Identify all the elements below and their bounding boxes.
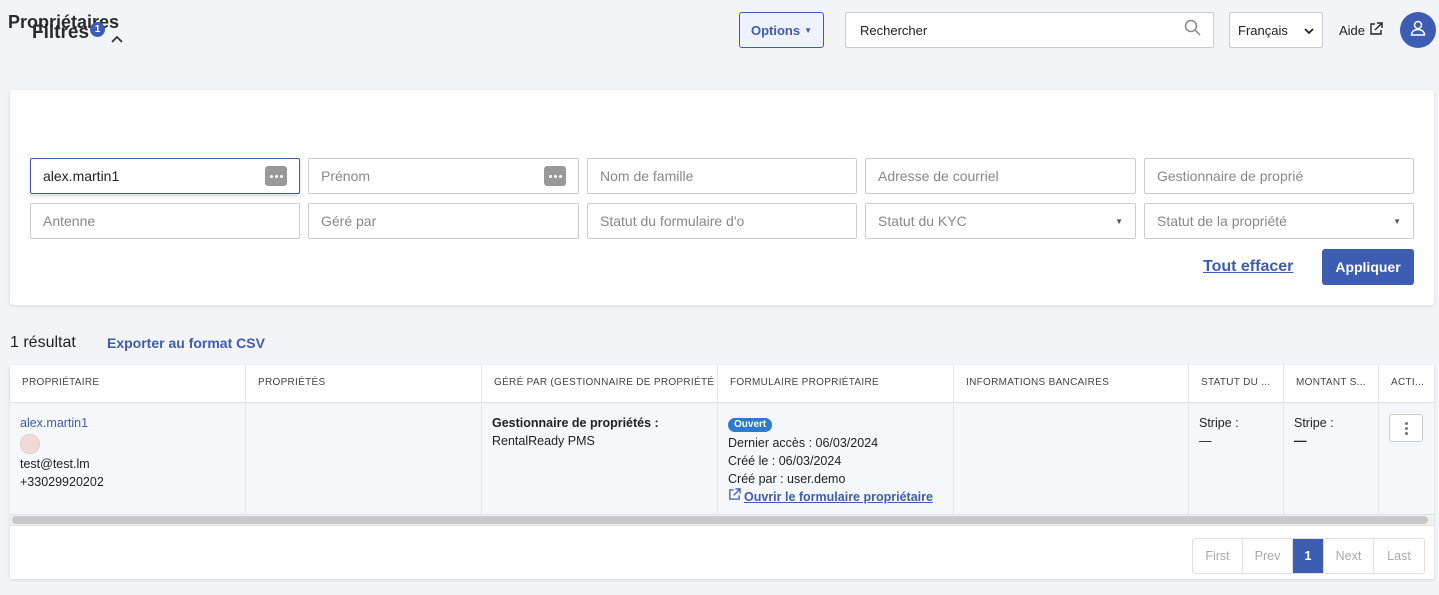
help-link[interactable]: Aide <box>1339 22 1383 39</box>
caret-down-icon: ▼ <box>804 25 813 35</box>
property-status-placeholder: Statut de la propriété <box>1157 213 1287 229</box>
form-status-input[interactable] <box>600 213 844 229</box>
owner-phone: +33029920202 <box>20 475 104 489</box>
active-filters-badge: 1 <box>90 22 106 37</box>
kyc-status-placeholder: Statut du KYC <box>878 213 967 229</box>
form-status-field[interactable] <box>587 203 857 239</box>
amount-stripe-label: Stripe : <box>1294 416 1334 430</box>
help-label: Aide <box>1339 23 1366 38</box>
filters-title: Filtres <box>32 22 90 43</box>
clear-all-link[interactable]: Tout effacer <box>1203 258 1293 276</box>
chevron-up-icon[interactable] <box>111 27 123 49</box>
owner-avatar <box>20 434 40 454</box>
search-icon[interactable] <box>1184 19 1201 41</box>
language-value: Français <box>1238 22 1288 38</box>
last-name-input[interactable] <box>600 168 844 184</box>
column-header-owner-form[interactable]: FORMULAIRE PROPRIÉTAIRE <box>718 365 954 403</box>
first-page-button[interactable]: First <box>1193 539 1243 573</box>
column-header-owner[interactable]: PROPRIÉTAIRE <box>10 365 246 403</box>
language-select[interactable]: Français <box>1229 12 1323 48</box>
created-by: Créé par : user.demo <box>728 472 846 486</box>
actions-cell <box>1379 404 1434 514</box>
email-field[interactable] <box>865 158 1136 194</box>
branch-input[interactable] <box>43 213 287 229</box>
open-form-link[interactable]: Ouvrir le formulaire propriétaire <box>728 488 943 506</box>
properties-cell <box>246 404 482 514</box>
managed-by-cell: Gestionnaire de propriétés : RentalReady… <box>482 404 718 514</box>
column-header-properties[interactable]: PROPRIÉTÉS <box>246 365 482 403</box>
external-link-icon <box>1369 22 1383 39</box>
table-row: alex.martin1 test@test.lm +33029920202 G… <box>10 404 1434 514</box>
owner-cell: alex.martin1 test@test.lm +33029920202 <box>10 404 246 514</box>
open-form-label[interactable]: Ouvrir le formulaire propriétaire <box>744 488 933 506</box>
result-count: 1 résultat <box>10 334 76 351</box>
property-status-select[interactable]: Statut de la propriété ▼ <box>1144 203 1414 239</box>
property-manager-field[interactable] <box>1144 158 1414 194</box>
column-header-status[interactable]: STATUT DU ... <box>1189 365 1284 403</box>
amount-stripe-value: — <box>1294 434 1307 448</box>
external-link-icon <box>728 488 741 506</box>
kyc-status-select[interactable]: Statut du KYC ▼ <box>865 203 1136 239</box>
export-csv-link[interactable]: Exporter au format CSV <box>107 335 265 351</box>
managed-by-field[interactable] <box>308 203 579 239</box>
current-page-button[interactable]: 1 <box>1293 539 1324 573</box>
status-stripe-value: — <box>1199 434 1212 448</box>
search-input[interactable] <box>858 21 1184 39</box>
row-actions-button[interactable] <box>1389 414 1423 442</box>
status-stripe-label: Stripe : <box>1199 416 1239 430</box>
last-access: Dernier accès : 06/03/2024 <box>728 436 879 450</box>
options-button[interactable]: Options ▼ <box>739 12 824 48</box>
last-name-field[interactable] <box>587 158 857 194</box>
owner-input[interactable] <box>43 168 265 184</box>
manager-label: Gestionnaire de propriétés : <box>492 416 659 430</box>
caret-down-icon: ▼ <box>1115 216 1123 226</box>
email-input[interactable] <box>878 168 1123 184</box>
search-box[interactable] <box>845 12 1214 48</box>
column-header-bank-info[interactable]: INFORMATIONS BANCAIRES <box>954 365 1189 403</box>
owner-email: test@test.lm <box>20 457 90 471</box>
user-avatar-button[interactable] <box>1400 12 1436 48</box>
column-header-amount[interactable]: MONTANT S... <box>1284 365 1379 403</box>
status-cell: Stripe : — <box>1189 404 1284 514</box>
apply-button[interactable]: Appliquer <box>1322 249 1414 285</box>
pagination: First Prev 1 Next Last <box>1192 538 1425 574</box>
table-header: PROPRIÉTAIRE PROPRIÉTÉS GÉRÉ PAR (GESTIO… <box>10 365 1434 403</box>
first-name-input[interactable] <box>321 168 544 184</box>
form-status-badge: Ouvert <box>728 418 773 432</box>
filters-header[interactable]: Filtres 1 <box>32 22 123 49</box>
chevron-down-icon <box>1304 23 1314 38</box>
caret-down-icon: ▼ <box>1393 216 1401 226</box>
manager-value: RentalReady PMS <box>492 434 595 448</box>
more-dots-icon[interactable] <box>265 166 287 186</box>
column-header-actions[interactable]: ACTI... <box>1379 365 1434 403</box>
owners-table: PROPRIÉTAIRE PROPRIÉTÉS GÉRÉ PAR (GESTIO… <box>10 365 1434 579</box>
branch-field[interactable] <box>30 203 300 239</box>
last-page-button[interactable]: Last <box>1374 539 1424 573</box>
more-dots-icon[interactable] <box>544 166 566 186</box>
created-on: Créé le : 06/03/2024 <box>728 454 842 468</box>
first-name-field[interactable] <box>308 158 579 194</box>
owner-field[interactable] <box>30 158 300 194</box>
options-label: Options <box>750 22 801 38</box>
prev-page-button[interactable]: Prev <box>1243 539 1293 573</box>
property-manager-input[interactable] <box>1157 168 1401 184</box>
amount-cell: Stripe : — <box>1284 404 1379 514</box>
column-header-managed-by[interactable]: GÉRÉ PAR (GESTIONNAIRE DE PROPRIÉTÉ ... <box>482 365 718 403</box>
bank-info-cell <box>954 404 1189 514</box>
owner-name-link[interactable]: alex.martin1 <box>20 414 235 432</box>
user-icon <box>1409 19 1427 42</box>
next-page-button[interactable]: Next <box>1324 539 1374 573</box>
horizontal-scrollbar-thumb[interactable] <box>12 516 1428 524</box>
managed-by-input[interactable] <box>321 213 566 229</box>
owner-form-cell: Ouvert Dernier accès : 06/03/2024 Créé l… <box>718 404 954 514</box>
